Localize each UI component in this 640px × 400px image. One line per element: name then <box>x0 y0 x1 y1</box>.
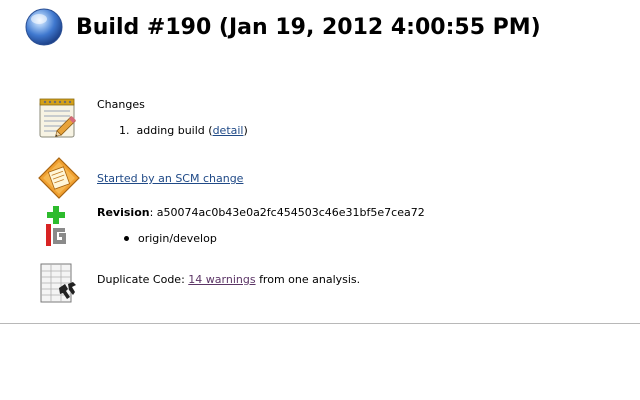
git-icon <box>46 206 66 246</box>
branch-name: origin/develop <box>138 232 217 245</box>
revision-label: Revision <box>97 206 150 219</box>
revision-separator: : <box>149 206 154 219</box>
change-message: adding build <box>136 124 205 137</box>
divider <box>0 323 640 324</box>
change-number: 1. <box>119 124 130 137</box>
branch-list-item: origin/develop <box>124 232 217 246</box>
revision-line: Revision: a50074ac0b43e0a2fc454503c46e31… <box>97 206 425 220</box>
duplicate-code-icon <box>40 263 76 303</box>
blue-status-ball-icon <box>25 8 63 46</box>
build-header: Build #190 (Jan 19, 2012 4:00:55 PM) <box>24 7 541 47</box>
cause-entry: Started by an SCM change <box>97 172 243 186</box>
change-list-item: 1. adding build (detail) <box>119 124 248 138</box>
duplicate-code-line: Duplicate Code: 14 warnings from one ana… <box>97 273 360 287</box>
scm-change-link[interactable]: Started by an SCM change <box>97 172 243 185</box>
bullet <box>124 235 129 241</box>
warnings-link[interactable]: 14 warnings <box>188 273 255 286</box>
scm-change-icon <box>38 157 80 199</box>
duplicate-code-suffix: from one analysis. <box>259 273 361 286</box>
duplicate-code-prefix: Duplicate Code: <box>97 273 185 286</box>
close-paren: ) <box>243 124 248 137</box>
changes-heading: Changes <box>97 98 145 111</box>
revision-hash: a50074ac0b43e0a2fc454503c46e31bf5e7cea72 <box>156 206 425 219</box>
notepad-icon <box>39 98 76 138</box>
page-title: Build #190 (Jan 19, 2012 4:00:55 PM) <box>76 14 541 40</box>
change-detail-link[interactable]: detail <box>213 124 244 137</box>
